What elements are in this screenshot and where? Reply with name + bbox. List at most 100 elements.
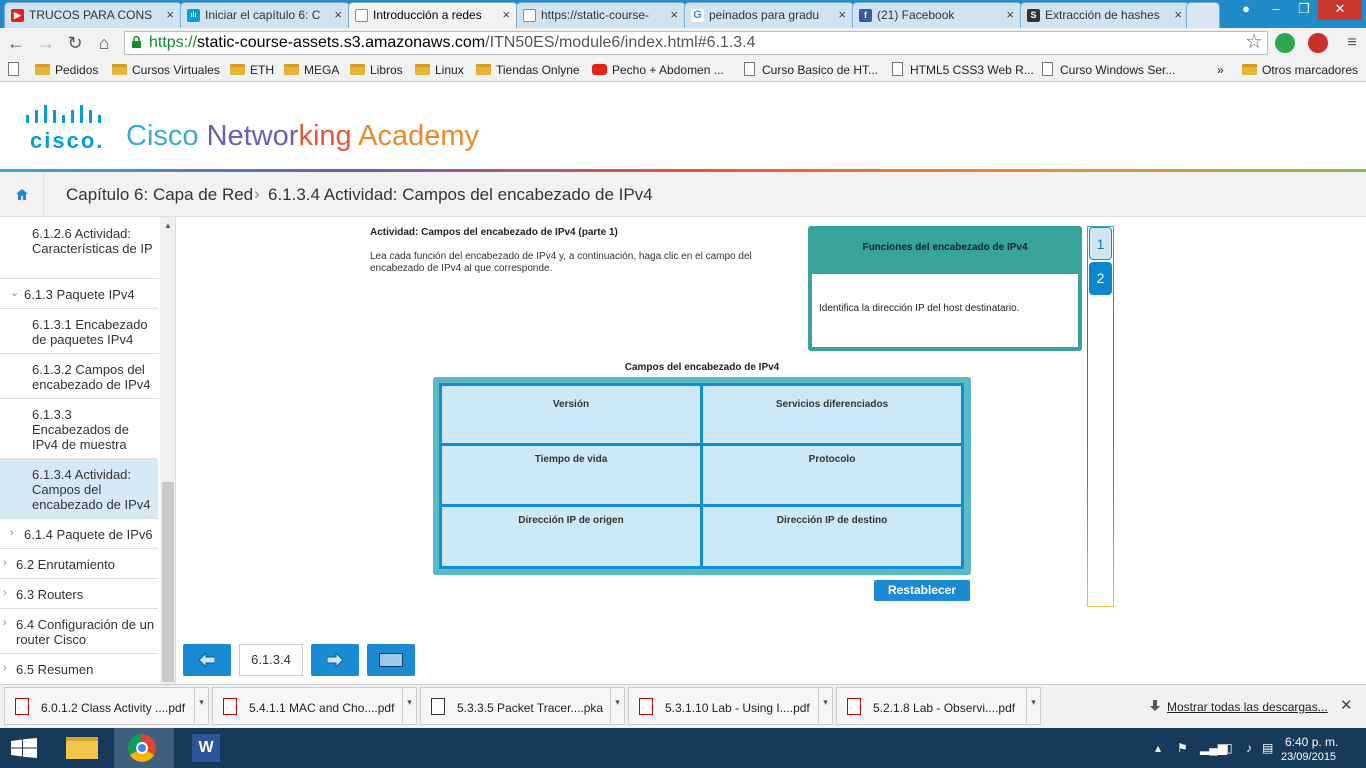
chevron-down-icon[interactable]: ▾ bbox=[610, 688, 624, 724]
sidebar-item-6-2[interactable]: › 6.2 Enrutamiento bbox=[0, 549, 158, 579]
sidebar-item-6-1-3[interactable]: ⌄ 6.1.3 Paquete IPv4 bbox=[0, 279, 158, 309]
forward-icon[interactable]: → bbox=[34, 31, 58, 55]
cisco-icon: ılı bbox=[187, 9, 200, 22]
bookmark-linux[interactable]: Linux bbox=[415, 63, 464, 77]
file-explorer-icon[interactable] bbox=[52, 728, 112, 768]
restore-icon[interactable]: ❐ bbox=[1290, 0, 1318, 20]
volume-icon[interactable]: ♪ bbox=[1246, 741, 1252, 755]
extension-icon[interactable] bbox=[1275, 33, 1295, 53]
download-item[interactable]: 6.0.1.2 Class Activity ....pdf ▾ bbox=[4, 687, 209, 725]
chevron-down-icon[interactable]: ▾ bbox=[1026, 688, 1040, 724]
bookmark-eth[interactable]: ETH bbox=[230, 63, 274, 77]
bookmark-mega[interactable]: MEGA bbox=[284, 63, 339, 77]
close-window-icon[interactable]: ✕ bbox=[1318, 0, 1362, 20]
download-item[interactable]: 5.3.3.5 Packet Tracer....pka ▾ bbox=[420, 687, 625, 725]
reload-icon[interactable]: ↻ bbox=[63, 31, 87, 55]
breadcrumb-current: 6.1.3.4 Actividad: Campos del encabezado… bbox=[268, 185, 653, 204]
menu-icon[interactable]: ≡ bbox=[1340, 31, 1364, 55]
field-ip-destino[interactable]: Dirección IP de destino bbox=[700, 504, 964, 569]
home-button[interactable] bbox=[0, 172, 44, 217]
sidebar-item-6-1-3-1[interactable]: 6.1.3.1 Encabezado de paquetes IPv4 bbox=[0, 309, 158, 354]
fullscreen-button[interactable] bbox=[367, 644, 415, 676]
flag-icon[interactable]: ⚑ bbox=[1177, 741, 1188, 755]
bookmark-otros-marcadores[interactable]: Otros marcadores bbox=[1242, 63, 1358, 77]
address-bar[interactable]: https://static-course-assets.s3.amazonaw… bbox=[124, 31, 1268, 55]
clock-time[interactable]: 6:40 p. m. bbox=[1285, 735, 1338, 749]
tab-facebook[interactable]: f (21) Facebook × bbox=[852, 2, 1022, 28]
chevron-down-icon[interactable]: ▾ bbox=[194, 688, 208, 724]
tab-extraccion-hashes[interactable]: S Extracción de hashes × bbox=[1020, 2, 1190, 28]
clock-date[interactable]: 23/09/2015 bbox=[1281, 751, 1336, 763]
scroll-up-icon[interactable]: ▲ bbox=[164, 221, 172, 230]
chevron-down-icon[interactable]: ▾ bbox=[818, 688, 832, 724]
next-page-button[interactable] bbox=[311, 644, 359, 676]
field-version[interactable]: Versión bbox=[439, 383, 703, 446]
tab-iniciar-capitulo[interactable]: ılı Iniciar el capítulo 6: C × bbox=[180, 2, 350, 28]
home-icon[interactable]: ⌂ bbox=[92, 31, 116, 55]
reset-button[interactable]: Restablecer bbox=[874, 580, 970, 601]
bookmark-libros[interactable]: Libros bbox=[350, 63, 403, 77]
bookmark-curso-windows[interactable]: Curso Windows Ser... bbox=[1040, 62, 1175, 77]
folder-icon bbox=[112, 64, 127, 75]
bookmark-html5-css3[interactable]: HTML5 CSS3 Web R... bbox=[890, 62, 1034, 77]
sidebar-item-6-3[interactable]: › 6.3 Routers bbox=[0, 579, 158, 609]
folder-icon bbox=[1242, 64, 1257, 75]
user-icon[interactable]: ● bbox=[1232, 0, 1260, 20]
chrome-icon[interactable] bbox=[114, 728, 174, 768]
bookmarks-overflow[interactable]: » bbox=[1202, 63, 1224, 77]
field-protocolo[interactable]: Protocolo bbox=[700, 443, 964, 507]
prev-page-button[interactable] bbox=[183, 644, 231, 676]
tab-trucos[interactable]: ▶ TRUCOS PARA CONS × bbox=[4, 2, 182, 28]
close-icon[interactable]: × bbox=[502, 7, 510, 22]
chevron-down-icon[interactable]: ▾ bbox=[402, 688, 416, 724]
start-button[interactable] bbox=[0, 728, 48, 768]
breadcrumb-chapter[interactable]: Capítulo 6: Capa de Red bbox=[66, 185, 253, 205]
field-servicios-diferenciados[interactable]: Servicios diferenciados bbox=[700, 383, 964, 446]
battery-icon[interactable]: ▯ bbox=[1226, 741, 1233, 755]
bookmark-tiendas[interactable]: Tiendas Onlyne bbox=[476, 63, 580, 77]
sidebar-item-6-1-2-6[interactable]: 6.1.2.6 Actividad: Características de IP bbox=[0, 217, 158, 279]
field-ip-origen[interactable]: Dirección IP de origen bbox=[439, 504, 703, 569]
notifications-icon[interactable]: ▤ bbox=[1262, 741, 1273, 755]
download-item[interactable]: 5.4.1.1 MAC and Cho....pdf ▾ bbox=[212, 687, 417, 725]
sidebar-item-6-4[interactable]: › 6.4 Configuración de un router Cisco bbox=[0, 609, 158, 654]
tab-peinados[interactable]: G peinados para gradu × bbox=[684, 2, 854, 28]
signal-icon[interactable]: ▂▄▆ bbox=[1200, 741, 1227, 755]
bookmark-pecho-abdomen[interactable]: Pecho + Abdomen ... bbox=[592, 63, 724, 77]
sidebar-item-6-1-4[interactable]: › 6.1.4 Paquete de IPv6 bbox=[0, 519, 158, 549]
bookmark-curso-html[interactable]: Curso Basico de HT... bbox=[742, 62, 878, 77]
close-icon[interactable]: × bbox=[1006, 7, 1014, 22]
facebook-icon: f bbox=[859, 9, 872, 22]
tab-static-course[interactable]: https://static-course- × bbox=[516, 2, 686, 28]
new-tab-button[interactable] bbox=[1186, 2, 1220, 28]
page-1-button[interactable]: 1 bbox=[1089, 227, 1112, 260]
close-downloads-icon[interactable]: ✕ bbox=[1340, 696, 1353, 714]
download-arrow-icon bbox=[1150, 700, 1160, 711]
adblock-icon[interactable] bbox=[1308, 33, 1328, 53]
bookmark-pedidos[interactable]: Pedidos bbox=[35, 63, 98, 77]
minimize-icon[interactable]: – bbox=[1262, 0, 1290, 20]
show-all-downloads-link[interactable]: Mostrar todas las descargas... bbox=[1167, 700, 1328, 714]
close-icon[interactable]: × bbox=[670, 7, 678, 22]
download-item[interactable]: 5.3.1.10 Lab - Using I....pdf ▾ bbox=[628, 687, 833, 725]
download-name: 5.3.3.5 Packet Tracer....pka bbox=[457, 701, 604, 715]
pdf-icon bbox=[639, 698, 653, 715]
bookmark-cursos-virtuales[interactable]: Cursos Virtuales bbox=[112, 63, 220, 77]
sidebar-item-6-5[interactable]: › 6.5 Resumen bbox=[0, 654, 158, 684]
close-icon[interactable]: × bbox=[334, 7, 342, 22]
word-icon[interactable]: W bbox=[176, 728, 236, 768]
back-icon[interactable]: ← bbox=[4, 31, 28, 55]
sidebar-item-6-1-3-3[interactable]: 6.1.3.3 Encabezados de IPv4 de muestra bbox=[0, 399, 158, 459]
sidebar-item-6-1-3-4[interactable]: 6.1.3.4 Actividad: Campos del encabezado… bbox=[0, 459, 158, 519]
bookmark-star-icon[interactable]: ☆ bbox=[1245, 32, 1263, 53]
sidebar-item-6-1-3-2[interactable]: 6.1.3.2 Campos del encabezado de IPv4 bbox=[0, 354, 158, 399]
tray-expand-icon[interactable]: ▴ bbox=[1155, 741, 1161, 755]
close-icon[interactable]: × bbox=[166, 7, 174, 22]
tab-introduccion-redes[interactable]: Introducción a redes × bbox=[348, 2, 518, 28]
close-icon[interactable]: × bbox=[1174, 7, 1182, 22]
close-icon[interactable]: × bbox=[838, 7, 846, 22]
page-2-button[interactable]: 2 bbox=[1089, 262, 1112, 295]
sidebar-scroll-thumb[interactable] bbox=[162, 482, 174, 682]
download-item[interactable]: 5.2.1.8 Lab - Observi....pdf ▾ bbox=[836, 687, 1041, 725]
field-tiempo-de-vida[interactable]: Tiempo de vida bbox=[439, 443, 703, 507]
